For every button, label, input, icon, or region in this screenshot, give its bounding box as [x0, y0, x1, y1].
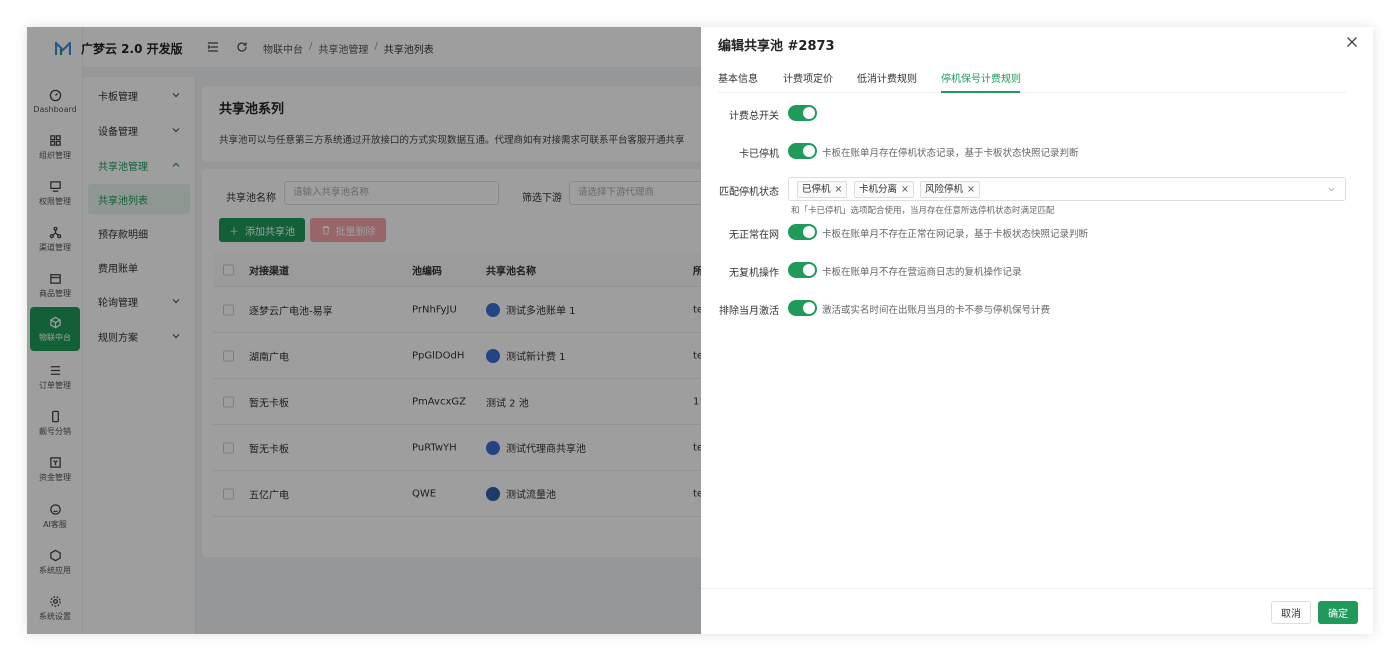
app-frame: 物联中台 / 共享池管理 / 共享池列表 广梦云 2.0 开发版 Dashboa…: [27, 27, 1373, 634]
status-tag: 风险停机 ×: [920, 181, 980, 198]
tab-min-charge[interactable]: 低消计费规则: [857, 70, 917, 85]
card-stopped-toggle[interactable]: [788, 143, 817, 159]
form-row-no-resume: 无复机操作 卡板在账单月不存在营运商日志的复机操作记录: [701, 259, 1373, 281]
field-label: 无复机操作: [729, 268, 779, 279]
drawer-mask[interactable]: [27, 27, 701, 634]
field-label: 无正常在网: [729, 230, 779, 241]
tag-close-icon[interactable]: ×: [835, 184, 843, 195]
form-row-card-stopped: 卡已停机 卡板在账单月存在停机状态记录，基于卡板状态快照记录判断: [701, 140, 1373, 162]
form-row-no-online: 无正常在网 卡板在账单月不存在正常在网记录，基于卡板状态快照记录判断: [701, 221, 1373, 243]
confirm-button[interactable]: 确定: [1318, 601, 1358, 624]
field-label: 匹配停机状态: [719, 187, 779, 198]
tag-close-icon[interactable]: ×: [901, 184, 909, 195]
field-label: 排除当月激活: [719, 306, 779, 317]
edit-pool-drawer: 编辑共享池 #2873 基本信息 计费项定价 低消计费规则 停机保号计费规则 计…: [701, 27, 1373, 634]
field-hint: 激活或实名时间在出账月当月的卡不参与停机保号计费: [822, 305, 1051, 316]
drawer-footer: 取消 确定: [701, 588, 1373, 634]
tab-pricing[interactable]: 计费项定价: [783, 70, 833, 85]
stop-status-select[interactable]: 已停机 × 卡机分离 × 风险停机 ×: [788, 177, 1346, 201]
status-tag-label: 已停机: [802, 184, 831, 195]
field-hint: 卡板在账单月不存在营运商日志的复机操作记录: [822, 267, 1022, 278]
no-resume-toggle[interactable]: [788, 262, 817, 278]
drawer-tabs: 基本信息 计费项定价 低消计费规则 停机保号计费规则: [718, 67, 1346, 93]
tab-stop-keep[interactable]: 停机保号计费规则: [941, 70, 1021, 85]
tab-active-indicator: [941, 91, 1020, 93]
close-icon[interactable]: [1346, 36, 1358, 48]
drawer-title: 编辑共享池 #2873: [718, 39, 835, 54]
exclude-month-toggle[interactable]: [788, 300, 817, 316]
status-tag: 卡机分离 ×: [854, 181, 914, 198]
form-row-exclude-month: 排除当月激活 激活或实名时间在出账月当月的卡不参与停机保号计费: [701, 297, 1373, 319]
form-row-master-switch: 计费总开关: [701, 102, 1373, 124]
field-note: 和「卡已停机」选项配合使用，当月存在任意所选停机状态时满足匹配: [791, 206, 1055, 216]
tag-close-icon[interactable]: ×: [967, 184, 975, 195]
field-hint: 卡板在账单月不存在正常在网记录，基于卡板状态快照记录判断: [822, 229, 1089, 240]
field-hint: 卡板在账单月存在停机状态记录，基于卡板状态快照记录判断: [822, 148, 1079, 159]
field-label: 计费总开关: [729, 111, 779, 122]
master-switch-toggle[interactable]: [788, 105, 817, 121]
no-online-toggle[interactable]: [788, 224, 817, 240]
status-tag: 已停机 ×: [797, 181, 848, 198]
field-label: 卡已停机: [739, 149, 779, 160]
status-tag-label: 风险停机: [925, 184, 964, 195]
tab-basic-info[interactable]: 基本信息: [718, 70, 758, 85]
chevron-down-icon: [1328, 187, 1335, 192]
cancel-button[interactable]: 取消: [1271, 601, 1311, 624]
status-tag-label: 卡机分离: [859, 184, 898, 195]
